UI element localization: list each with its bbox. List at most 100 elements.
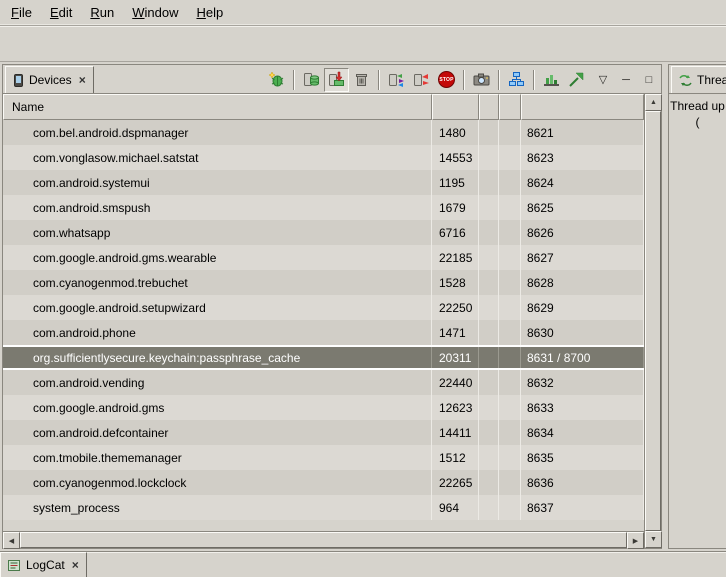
menu-file[interactable]: File (2, 1, 41, 24)
process-row[interactable]: com.google.android.gms 12623 8633 (3, 395, 644, 420)
process-row[interactable]: com.vonglasow.michael.satstat 14553 8623 (3, 145, 644, 170)
process-pid: 22250 (432, 295, 479, 320)
threads-update-icon (388, 71, 405, 88)
devices-toolbar: STOP (264, 67, 658, 92)
scroll-up-button[interactable]: ▲ (645, 94, 662, 111)
process-cell-empty (479, 220, 499, 245)
process-cell-empty (479, 495, 499, 520)
process-pid: 1471 (432, 320, 479, 345)
process-cell-empty (499, 420, 521, 445)
scroll-right-button[interactable]: ▶ (627, 532, 644, 549)
logcat-bar: LogCat × (0, 551, 726, 577)
toolbar-separator (293, 70, 295, 90)
process-port: 8635 (521, 445, 644, 470)
process-pid: 1480 (432, 120, 479, 145)
process-row[interactable]: com.android.smspush 1679 8625 (3, 195, 644, 220)
process-row[interactable]: com.bel.android.dspmanager 1480 8621 (3, 120, 644, 145)
device-icon (13, 74, 24, 87)
process-port: 8634 (521, 420, 644, 445)
debug-bug-icon (268, 71, 285, 88)
process-cell-empty (479, 420, 499, 445)
heap-icon (303, 71, 320, 88)
devices-tabbar: Devices × (3, 65, 661, 94)
process-row[interactable]: com.tmobile.thememanager 1512 8635 (3, 445, 644, 470)
process-name: org.sufficientlysecure.keychain:passphra… (3, 347, 432, 368)
process-row[interactable]: com.android.defcontainer 14411 8634 (3, 420, 644, 445)
column-header-name[interactable]: Name (3, 94, 432, 120)
threads-message-line2: ( (669, 114, 726, 130)
view-menu-button[interactable]: ▽ (594, 71, 612, 89)
process-name: com.cyanogenmod.trebuchet (3, 270, 432, 295)
main-area: Devices × (0, 63, 726, 550)
scroll-down-button[interactable]: ▼ (645, 531, 662, 548)
process-port: 8624 (521, 170, 644, 195)
table-filler (3, 520, 644, 531)
horizontal-scrollbar[interactable]: ◀ ▶ (3, 531, 644, 548)
process-name: system_process (3, 495, 432, 520)
process-row[interactable]: com.cyanogenmod.trebuchet 1528 8628 (3, 270, 644, 295)
process-port: 8625 (521, 195, 644, 220)
process-cell-empty (479, 347, 499, 368)
toolbar-separator (378, 70, 380, 90)
system-information-button[interactable] (539, 68, 564, 92)
process-row[interactable]: org.sufficientlysecure.keychain:passphra… (3, 345, 644, 370)
process-cell-empty (499, 370, 521, 395)
process-name: com.vonglasow.michael.satstat (3, 145, 432, 170)
debug-process-button[interactable] (264, 68, 289, 92)
menu-window[interactable]: Window (123, 1, 187, 24)
tab-logcat[interactable]: LogCat × (0, 552, 87, 577)
process-name: com.android.systemui (3, 170, 432, 195)
threads-message-line1: Thread up (669, 98, 726, 114)
process-cell-empty (499, 220, 521, 245)
process-row[interactable]: com.whatsapp 6716 8626 (3, 220, 644, 245)
devices-view: Devices × (2, 64, 662, 549)
process-cell-empty (479, 470, 499, 495)
column-header-empty[interactable] (499, 94, 521, 120)
menu-run[interactable]: Run (81, 1, 123, 24)
maximize-button[interactable]: □ (640, 71, 658, 89)
close-icon[interactable]: × (79, 73, 86, 87)
process-cell-empty (499, 120, 521, 145)
process-cell-empty (479, 195, 499, 220)
process-row[interactable]: com.android.phone 1471 8630 (3, 320, 644, 345)
dump-hprof-button[interactable] (324, 68, 349, 92)
minimize-button[interactable]: ─ (617, 71, 635, 89)
process-row[interactable]: com.cyanogenmod.lockclock 22265 8636 (3, 470, 644, 495)
start-method-profiling-button[interactable] (409, 68, 434, 92)
process-port: 8621 (521, 120, 644, 145)
process-port: 8627 (521, 245, 644, 270)
tab-threads[interactable]: Threa (671, 66, 726, 94)
process-row[interactable]: com.google.android.setupwizard 22250 862… (3, 295, 644, 320)
stop-icon: STOP (438, 71, 455, 88)
vertical-scrollbar[interactable]: ▲ ▼ (644, 94, 661, 548)
process-row[interactable]: system_process 964 8637 (3, 495, 644, 520)
threads-tabbar: Threa (669, 65, 726, 94)
cause-gc-button[interactable] (349, 68, 374, 92)
process-port: 8623 (521, 145, 644, 170)
process-port: 8632 (521, 370, 644, 395)
screen-capture-button[interactable] (469, 68, 494, 92)
tab-devices[interactable]: Devices × (5, 66, 94, 94)
process-row[interactable]: com.android.vending 22440 8632 (3, 370, 644, 395)
column-header-port[interactable] (521, 94, 644, 120)
process-name: com.android.vending (3, 370, 432, 395)
menu-help[interactable]: Help (187, 1, 232, 24)
update-heap-button[interactable] (299, 68, 324, 92)
dump-view-hierarchy-button[interactable] (504, 68, 529, 92)
threads-view: Threa Thread up ( (668, 64, 726, 549)
menu-edit[interactable]: Edit (41, 1, 81, 24)
process-cell-empty (499, 495, 521, 520)
close-icon[interactable]: × (72, 558, 79, 572)
column-header-empty[interactable] (479, 94, 499, 120)
vertical-scroll-thumb[interactable] (645, 111, 661, 531)
process-cell-empty (499, 470, 521, 495)
process-row[interactable]: com.google.android.gms.wearable 22185 86… (3, 245, 644, 270)
main-toolbar (0, 26, 726, 62)
horizontal-scroll-thumb[interactable] (20, 532, 627, 548)
scroll-left-button[interactable]: ◀ (3, 532, 20, 549)
column-header-pid[interactable] (432, 94, 479, 120)
process-row[interactable]: com.android.systemui 1195 8624 (3, 170, 644, 195)
update-threads-button[interactable] (384, 68, 409, 92)
stop-process-button[interactable]: STOP (434, 68, 459, 92)
start-opengl-trace-button[interactable] (564, 68, 589, 92)
